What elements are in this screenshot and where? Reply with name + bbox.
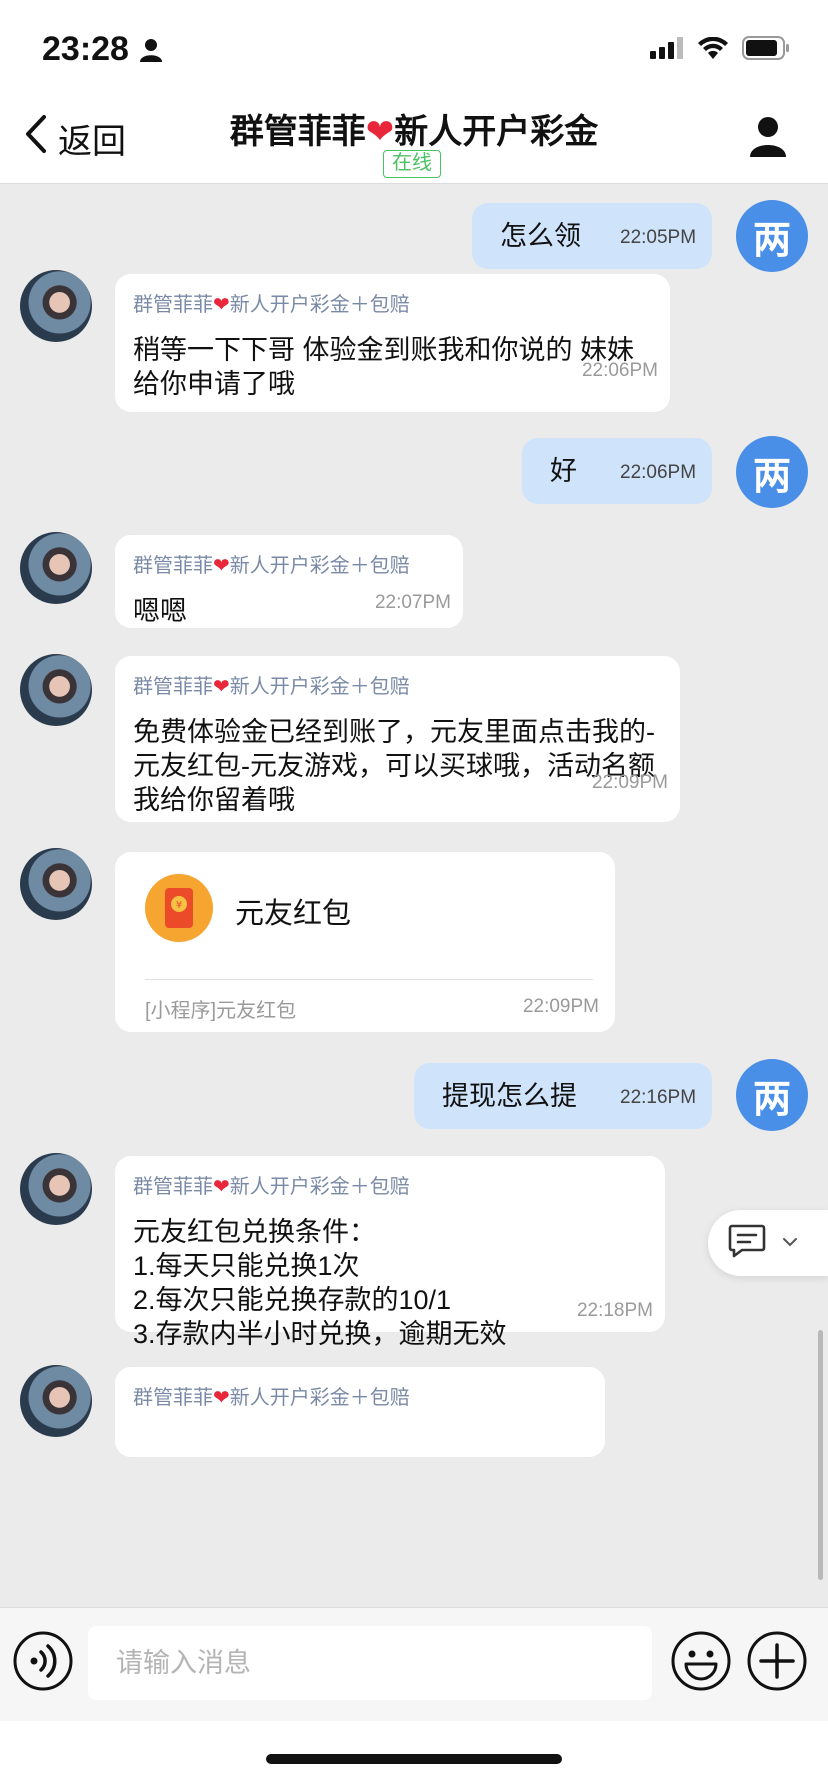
more-button[interactable] xyxy=(746,1630,808,1697)
home-area xyxy=(0,1721,828,1792)
home-indicator[interactable] xyxy=(266,1754,562,1764)
heart-icon: ❤ xyxy=(213,676,230,698)
status-bar: 23:28 xyxy=(0,0,828,96)
message-time: 22:05PM xyxy=(620,227,697,248)
avatar[interactable]: 两 xyxy=(736,200,808,272)
message-text: 稍等一下下哥 体验金到账我和你说的 妹妹给你申请了哦 xyxy=(133,335,635,399)
avatar[interactable] xyxy=(20,1365,92,1437)
heart-icon: ❤ xyxy=(213,1176,230,1198)
voice-icon xyxy=(13,1631,73,1691)
avatar[interactable]: 两 xyxy=(736,436,808,508)
mini-program-card[interactable]: ¥ 元友红包 [小程序]元友红包 22:09PM xyxy=(115,852,615,1032)
wifi-icon xyxy=(698,36,728,64)
message-time: 22:06PM xyxy=(581,360,658,381)
avatar[interactable] xyxy=(20,848,92,920)
message-time: 22:09PM xyxy=(591,772,668,793)
signal-icon xyxy=(650,37,684,64)
message-line: 3.存款内半小时兑换，逾期无效 xyxy=(133,1319,507,1349)
quick-reply-button[interactable] xyxy=(708,1210,828,1276)
avatar[interactable]: 两 xyxy=(736,1059,808,1131)
sender-name: 群管菲菲❤新人开户彩金＋包赔 xyxy=(133,1176,410,1198)
chevron-down-icon xyxy=(782,1234,798,1252)
message-time: 22:16PM xyxy=(620,1087,697,1108)
message-text: 免费体验金已经到账了，元友里面点击我的-元友红包-元友游戏，可以买球哦，活动名额… xyxy=(133,717,655,815)
sender-name: 群管菲菲❤新人开户彩金＋包赔 xyxy=(133,294,410,316)
red-packet-icon: ¥ xyxy=(145,874,213,947)
sender-name: 群管菲菲❤新人开户彩金＋包赔 xyxy=(133,676,410,698)
message-bubble[interactable]: 提现怎么提 22:16PM xyxy=(414,1063,712,1129)
plus-icon xyxy=(747,1631,807,1691)
message-list[interactable]: 怎么领 22:05PM 两 群管菲菲❤新人开户彩金＋包赔 稍等一下下哥 体验金到… xyxy=(0,185,828,1607)
message-icon xyxy=(728,1223,766,1264)
card-divider xyxy=(145,979,593,980)
message-time: 22:18PM xyxy=(576,1300,653,1321)
message-text: 提现怎么提 xyxy=(442,1081,577,1111)
battery-icon xyxy=(742,36,790,65)
sender-name: 群管菲菲❤新人开户彩金＋包赔 xyxy=(133,555,410,577)
avatar[interactable] xyxy=(20,1153,92,1225)
heart-icon: ❤ xyxy=(213,555,230,577)
svg-text:¥: ¥ xyxy=(176,900,182,911)
message-text: 好 xyxy=(550,456,577,486)
message-line: 2.每次只能兑换存款的10/1 xyxy=(133,1285,452,1315)
input-bar xyxy=(0,1607,828,1721)
person-status-icon xyxy=(140,38,162,67)
message-bubble[interactable]: 群管菲菲❤新人开户彩金＋包赔 免费体验金已经到账了，元友里面点击我的-元友红包-… xyxy=(115,656,680,822)
avatar[interactable] xyxy=(20,270,92,342)
sender-name: 群管菲菲❤新人开户彩金＋包赔 xyxy=(133,1387,410,1409)
emoji-button[interactable] xyxy=(670,1630,732,1697)
message-bubble[interactable]: 怎么领 22:05PM xyxy=(472,203,712,269)
nav-bar: 返回 群管菲菲❤新人开户彩金 在线 xyxy=(0,96,828,184)
heart-icon: ❤ xyxy=(213,294,230,316)
message-time: 22:09PM xyxy=(522,996,599,1017)
heart-icon: ❤ xyxy=(213,1387,230,1409)
card-title: 元友红包 xyxy=(235,898,352,930)
message-bubble[interactable]: 群管菲菲❤新人开户彩金＋包赔 嗯嗯 22:07PM xyxy=(115,535,463,628)
profile-button[interactable] xyxy=(748,116,788,163)
online-status-badge: 在线 xyxy=(383,150,441,178)
voice-button[interactable] xyxy=(12,1630,74,1697)
emoji-icon xyxy=(671,1631,731,1691)
message-time: 22:07PM xyxy=(374,592,451,613)
message-input[interactable] xyxy=(88,1626,652,1700)
user-icon xyxy=(750,117,786,157)
card-footer: [小程序]元友红包 xyxy=(145,1000,297,1022)
heart-icon: ❤ xyxy=(365,113,395,151)
status-time: 23:28 xyxy=(42,30,129,68)
message-bubble[interactable]: 群管菲菲❤新人开户彩金＋包赔 xyxy=(115,1367,605,1457)
avatar[interactable] xyxy=(20,654,92,726)
message-text: 怎么领 xyxy=(500,221,581,251)
chat-title: 群管菲菲❤新人开户彩金 xyxy=(229,113,599,151)
message-bubble[interactable]: 群管菲菲❤新人开户彩金＋包赔 稍等一下下哥 体验金到账我和你说的 妹妹给你申请了… xyxy=(115,274,670,412)
message-bubble[interactable]: 好 22:06PM xyxy=(522,438,712,504)
message-line: 元友红包兑换条件： xyxy=(133,1217,376,1247)
avatar[interactable] xyxy=(20,532,92,604)
status-icons xyxy=(650,36,790,65)
message-time: 22:06PM xyxy=(620,462,697,483)
scrollbar[interactable] xyxy=(818,1330,823,1580)
message-bubble[interactable]: 群管菲菲❤新人开户彩金＋包赔 元友红包兑换条件： 1.每天只能兑换1次 2.每次… xyxy=(115,1156,665,1349)
message-line: 1.每天只能兑换1次 xyxy=(133,1251,360,1281)
